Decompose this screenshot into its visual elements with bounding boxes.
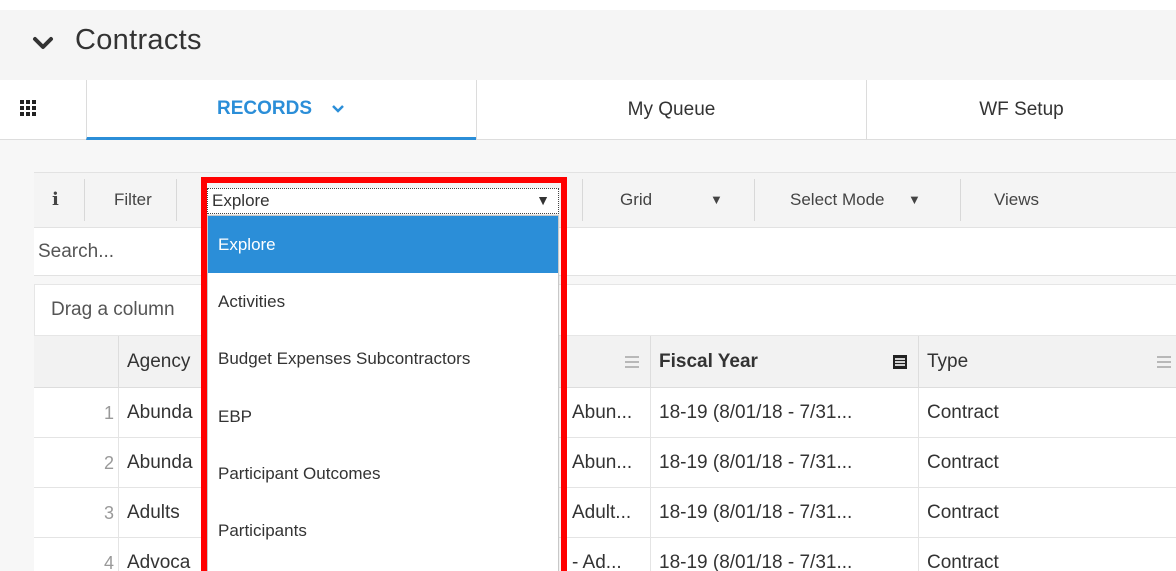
cell-type: Contract — [918, 438, 1176, 488]
dropdown-option-budget-expenses-subcontractors[interactable]: Budget Expenses Subcontractors — [208, 330, 558, 387]
tab-records[interactable]: RECORDS — [86, 80, 476, 140]
column-menu-icon[interactable] — [1156, 354, 1172, 370]
group-by-panel[interactable]: Drag a column — [34, 284, 1176, 336]
caret-down-icon: ▼ — [536, 192, 550, 208]
cell-name: Abun... — [572, 402, 633, 423]
dropdown-option-activities[interactable]: Activities — [208, 273, 558, 330]
table-row[interactable]: 2 Abunda Abun... 18-19 (8/01/18 - 7/31..… — [34, 438, 1176, 488]
group-by-hint: Drag a column — [51, 299, 175, 320]
cell-agency: Advoca — [118, 538, 208, 571]
cell-type: Contract — [918, 388, 1176, 438]
page-title: Contracts — [75, 24, 202, 56]
caret-down-icon: ▼ — [908, 192, 921, 207]
option-label: EBP — [218, 406, 253, 426]
option-label: Activities — [218, 291, 286, 311]
cell-fiscal-year: 18-19 (8/01/18 - 7/31... — [650, 388, 918, 438]
cell-agency: Abunda — [118, 388, 208, 438]
column-header-label: Type — [927, 351, 969, 372]
column-menu-icon[interactable] — [892, 354, 908, 370]
row-number: 1 — [103, 402, 114, 423]
apps-grid-icon[interactable] — [20, 100, 56, 136]
cell-agency: Abunda — [118, 438, 208, 488]
cell-type: Contract — [918, 538, 1176, 571]
filter-button[interactable]: Filter — [114, 190, 152, 210]
page-header: Contracts — [0, 10, 1176, 80]
cell-agency: Adults — [118, 488, 208, 538]
row-number: 3 — [103, 502, 114, 523]
tab-my-queue-label: My Queue — [627, 99, 716, 120]
chevron-down-icon[interactable] — [32, 32, 54, 54]
grid-toolbar: i Filter Grid ▼ Select Mode ▼ Views — [34, 172, 1176, 228]
tab-wf-setup-label: WF Setup — [979, 99, 1064, 120]
column-menu-icon[interactable] — [624, 354, 640, 370]
dropdown-option-ebp[interactable]: EBP — [208, 388, 558, 445]
explore-dropdown-list: Explore Activities Budget Expenses Subco… — [207, 215, 559, 571]
cell-name: Abun... — [572, 452, 633, 473]
column-header-type[interactable]: Type — [918, 336, 1176, 388]
tab-records-label: RECORDS — [216, 97, 312, 119]
cell-type: Contract — [918, 488, 1176, 538]
option-label: Explore — [218, 234, 276, 254]
row-number: 2 — [103, 452, 114, 473]
cell-fiscal-year: 18-19 (8/01/18 - 7/31... — [650, 438, 918, 488]
toolbar-divider — [176, 179, 177, 221]
explore-select[interactable]: Explore ▼ — [207, 188, 559, 214]
toolbar-divider — [582, 179, 583, 221]
cell-name: Adult... — [572, 502, 632, 523]
tab-bar: RECORDS My Queue WF Setup — [0, 80, 1176, 140]
records-grid: Agency Fiscal Year Type 1 Abunda Abun...… — [34, 336, 1176, 571]
option-label: Participant Outcomes — [218, 463, 381, 483]
grid-mode-label: Grid — [620, 190, 653, 209]
option-label: Participants — [218, 520, 307, 540]
info-icon[interactable]: i — [52, 189, 59, 210]
dropdown-option-participant-outcomes[interactable]: Participant Outcomes — [208, 445, 558, 502]
grid-header: Agency Fiscal Year Type — [34, 336, 1176, 388]
row-number: 4 — [103, 552, 114, 571]
toolbar-divider — [754, 179, 755, 221]
cell-fiscal-year: 18-19 (8/01/18 - 7/31... — [650, 488, 918, 538]
column-header-label: Agency — [127, 351, 191, 372]
caret-down-icon[interactable] — [330, 103, 346, 115]
table-row[interactable]: 4 Advoca - Ad... 18-19 (8/01/18 - 7/31..… — [34, 538, 1176, 571]
search-bar — [34, 228, 1176, 276]
column-header-label: Fiscal Year — [659, 351, 758, 372]
cell-name: - Ad... — [572, 552, 622, 571]
explore-select-value: Explore — [212, 191, 270, 210]
cell-fiscal-year: 18-19 (8/01/18 - 7/31... — [650, 538, 918, 571]
option-label: Budget Expenses Subcontractors — [218, 348, 471, 368]
select-mode-label: Select Mode — [790, 190, 885, 209]
table-row[interactable]: 3 Adults Adult... 18-19 (8/01/18 - 7/31.… — [34, 488, 1176, 538]
tab-my-queue[interactable]: My Queue — [476, 80, 866, 140]
tab-wf-setup[interactable]: WF Setup — [866, 80, 1176, 140]
dropdown-option-explore[interactable]: Explore — [208, 216, 558, 273]
toolbar-divider — [960, 179, 961, 221]
caret-down-icon: ▼ — [710, 192, 723, 207]
table-row[interactable]: 1 Abunda Abun... 18-19 (8/01/18 - 7/31..… — [34, 388, 1176, 438]
toolbar-divider — [84, 179, 85, 221]
column-header-fiscal-year[interactable]: Fiscal Year — [650, 336, 920, 388]
views-dropdown[interactable]: Views — [994, 190, 1039, 210]
dropdown-option-participants[interactable]: Participants — [208, 502, 558, 559]
search-input[interactable] — [38, 238, 198, 266]
